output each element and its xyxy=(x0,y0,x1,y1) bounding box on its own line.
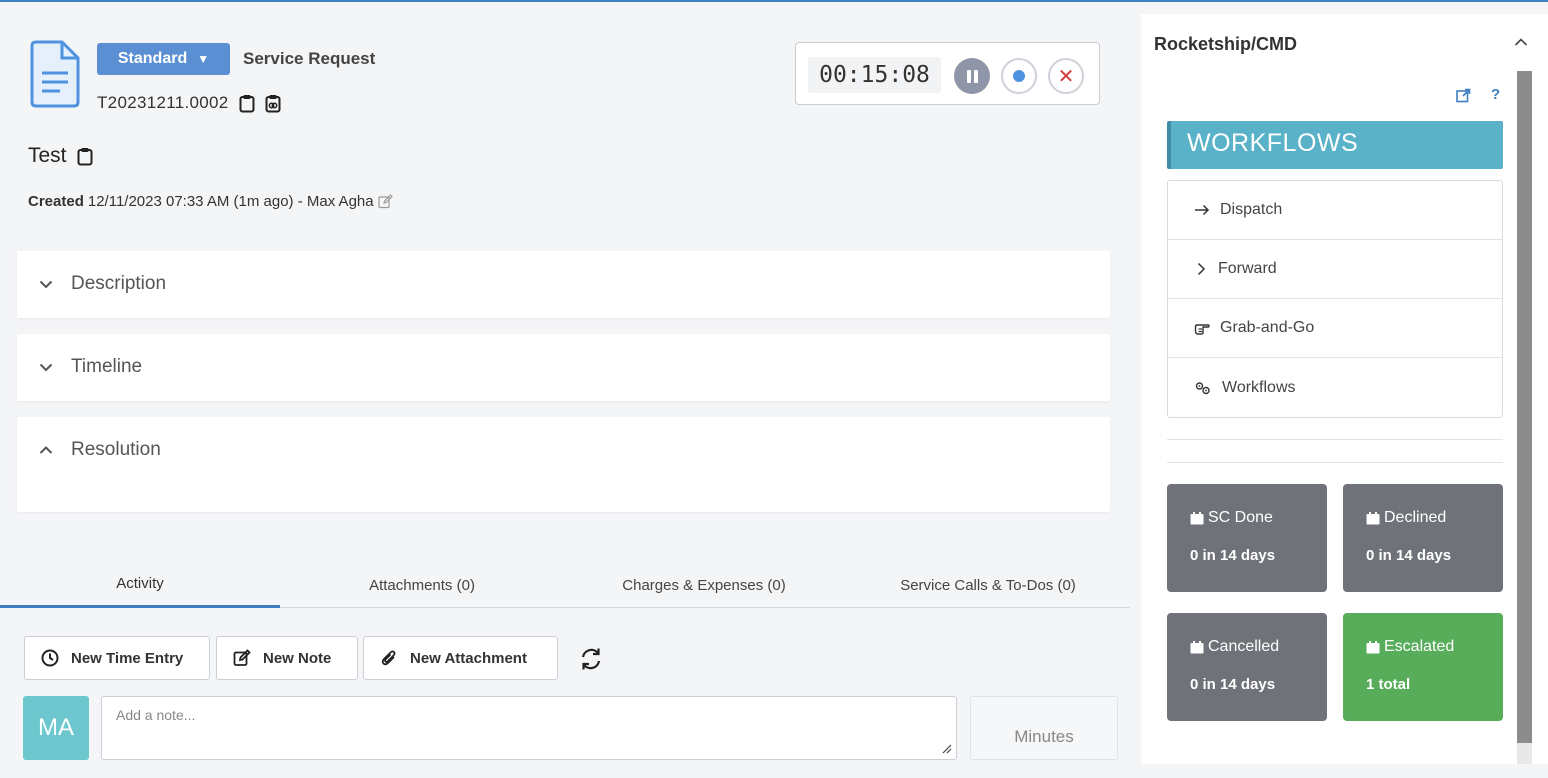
divider xyxy=(1167,462,1503,463)
ticket-type-dropdown[interactable]: Standard ▼ xyxy=(97,43,230,75)
resize-grip-icon[interactable] xyxy=(942,744,952,754)
refresh-icon[interactable] xyxy=(578,646,604,672)
tile-label: Cancelled xyxy=(1208,638,1280,655)
tab-charges-expenses[interactable]: Charges & Expenses (0) xyxy=(564,562,844,608)
record-timer-button[interactable] xyxy=(1001,58,1037,94)
calendar-icon xyxy=(1366,511,1380,524)
workflow-item-dispatch[interactable]: Dispatch xyxy=(1168,181,1502,240)
help-link[interactable]: ? xyxy=(1491,86,1500,103)
workflow-item-forward[interactable]: Forward xyxy=(1168,240,1502,299)
created-details: 12/11/2023 07:33 AM (1m ago) - Max Agha xyxy=(87,193,374,210)
caret-down-icon: ▼ xyxy=(197,52,210,66)
scrollbar-track[interactable] xyxy=(1517,743,1532,764)
timeline-header: Timeline xyxy=(71,356,143,377)
timer-widget: 00:15:08 ✕ xyxy=(795,42,1100,105)
new-attachment-button[interactable]: New Attachment xyxy=(363,636,558,680)
chevron-down-icon xyxy=(39,280,53,289)
new-note-label: New Note xyxy=(263,649,332,667)
tile-escalated[interactable]: Escalated 1 total xyxy=(1343,613,1503,721)
close-icon: ✕ xyxy=(1057,65,1075,88)
panel-title: Rocketship/CMD xyxy=(1154,34,1298,54)
external-link-icon[interactable] xyxy=(1456,88,1471,103)
arrow-right-icon xyxy=(1195,204,1210,216)
clipboard-icon[interactable] xyxy=(77,147,93,166)
chevron-right-icon xyxy=(1197,262,1206,276)
ticket-title-row: Test xyxy=(28,144,93,168)
resolution-section[interactable]: Resolution xyxy=(17,417,1110,512)
new-note-button[interactable]: New Note xyxy=(216,636,358,680)
tile-value: 1 total xyxy=(1366,676,1411,693)
calendar-icon xyxy=(1190,640,1204,653)
ticket-type-label: Standard xyxy=(117,50,188,67)
calendar-icon xyxy=(1366,640,1380,653)
tile-value: 0 in 14 days xyxy=(1190,547,1276,564)
ticket-number: T20231211.0002 xyxy=(97,93,229,112)
workflow-item-label: Dispatch xyxy=(1220,201,1283,218)
tile-label: SC Done xyxy=(1208,509,1273,526)
workflow-item-label: Forward xyxy=(1218,260,1277,277)
new-time-entry-button[interactable]: New Time Entry xyxy=(24,636,210,680)
chevron-down-icon xyxy=(39,363,53,372)
workflow-item-label: Workflows xyxy=(1222,378,1296,396)
workflow-list: Dispatch Forward Grab-and-Go Workflows xyxy=(1167,180,1503,418)
calendar-icon xyxy=(1190,511,1204,524)
workflow-item-workflows[interactable]: Workflows xyxy=(1168,358,1502,417)
workflow-item-label: Grab-and-Go xyxy=(1220,319,1315,336)
scrollbar-thumb[interactable] xyxy=(1517,71,1532,743)
minutes-input[interactable]: Minutes xyxy=(970,696,1118,760)
tile-value: 0 in 14 days xyxy=(1366,547,1452,564)
tab-activity[interactable]: Activity xyxy=(0,562,280,608)
avatar: MA xyxy=(23,696,89,760)
resolution-header: Resolution xyxy=(71,439,161,460)
edit-icon xyxy=(233,649,251,666)
ticket-title: Test xyxy=(28,144,67,167)
document-icon xyxy=(30,40,80,108)
edit-icon[interactable] xyxy=(377,194,393,209)
workflow-item-grab-and-go[interactable]: Grab-and-Go xyxy=(1168,299,1502,358)
clock-icon xyxy=(41,649,59,667)
note-input[interactable] xyxy=(101,696,957,760)
tile-declined[interactable]: Declined 0 in 14 days xyxy=(1343,484,1503,592)
tile-label: Escalated xyxy=(1384,638,1455,655)
rocketship-panel: Rocketship/CMD ? WORKFLOWS Dispatch Forw… xyxy=(1141,14,1548,764)
ticket-number-row: T20231211.0002 xyxy=(97,93,281,113)
divider xyxy=(1167,439,1503,440)
timer-display: 00:15:08 xyxy=(808,57,941,93)
created-info: Created 12/11/2023 07:33 AM (1m ago) - M… xyxy=(28,193,393,210)
new-attachment-label: New Attachment xyxy=(410,649,527,667)
description-section[interactable]: Description xyxy=(17,251,1110,318)
pause-timer-button[interactable] xyxy=(954,58,990,94)
activity-tabs: Activity Attachments (0) Charges & Expen… xyxy=(0,562,1130,608)
hand-point-icon xyxy=(1194,324,1210,335)
new-time-entry-label: New Time Entry xyxy=(71,649,184,667)
ticket-detail-panel: Standard ▼ Service Request T20231211.000… xyxy=(0,2,1130,778)
clipboard-link-icon[interactable] xyxy=(265,94,281,113)
tile-cancelled[interactable]: Cancelled 0 in 14 days xyxy=(1167,613,1327,721)
tile-label: Declined xyxy=(1384,509,1447,526)
tile-sc-done[interactable]: SC Done 0 in 14 days xyxy=(1167,484,1327,592)
created-label: Created xyxy=(28,193,84,210)
tab-attachments[interactable]: Attachments (0) xyxy=(282,562,562,608)
cancel-timer-button[interactable]: ✕ xyxy=(1048,58,1084,94)
paperclip-icon xyxy=(381,650,396,666)
tile-value: 0 in 14 days xyxy=(1190,676,1276,693)
workflows-header: WORKFLOWS xyxy=(1167,121,1503,169)
timeline-section[interactable]: Timeline xyxy=(17,334,1110,401)
gears-icon xyxy=(1195,381,1210,394)
description-header: Description xyxy=(71,273,167,294)
tab-service-calls-todos[interactable]: Service Calls & To-Dos (0) xyxy=(846,562,1130,608)
clipboard-icon[interactable] xyxy=(239,94,255,113)
request-type: Service Request xyxy=(243,49,376,68)
chevron-up-icon xyxy=(39,446,53,454)
chevron-up-icon[interactable] xyxy=(1513,34,1529,50)
